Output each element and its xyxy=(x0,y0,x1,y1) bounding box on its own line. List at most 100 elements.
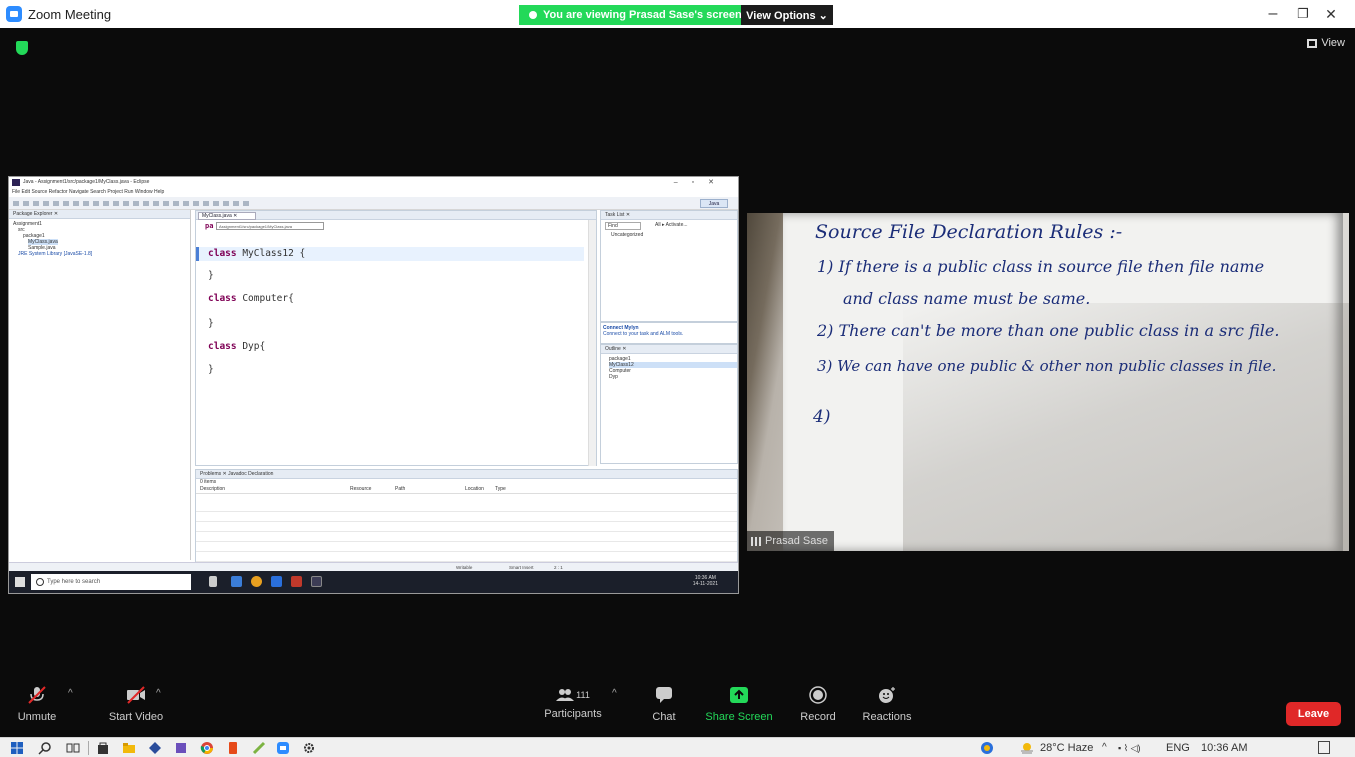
unmute-button[interactable]: Unmute xyxy=(12,686,62,723)
notes-title: Source File Declaration Rules :- xyxy=(815,221,1123,243)
chat-icon xyxy=(656,687,672,703)
app-icon[interactable] xyxy=(148,741,162,755)
editor-tooltip: Assignment1/src/package1/MyClass.java xyxy=(216,222,324,230)
viewing-banner-text: You are viewing Prasad Sase's screen xyxy=(543,9,742,21)
reactions-button[interactable]: Reactions xyxy=(858,686,916,723)
code-line: class MyClass12 { xyxy=(208,248,306,259)
task-view-icon[interactable] xyxy=(66,741,80,755)
tree-item: JRE System Library [JavaSE-1.8] xyxy=(18,251,93,257)
view-options-button[interactable]: View Options ⌄ xyxy=(741,5,833,25)
problems-rows xyxy=(196,502,737,562)
participants-button[interactable]: 111 Participants xyxy=(538,686,608,720)
eclipse-menu-bar: File Edit Source Refactor Navigate Searc… xyxy=(9,188,738,197)
code-editor: MyClass.java ✕ pa Assignment1/src/packag… xyxy=(195,210,597,466)
windows-start-icon xyxy=(15,577,25,587)
code-line: class Computer{ xyxy=(208,293,294,304)
eclipse-title: Java - Assignment1/src/package1/MyClass.… xyxy=(23,179,150,185)
record-icon xyxy=(809,686,827,704)
reactions-icon xyxy=(879,687,895,703)
current-line-marker xyxy=(196,247,199,261)
participant-name-tag: Prasad Sase xyxy=(747,531,834,551)
code-line: } xyxy=(208,270,214,281)
chat-button[interactable]: Chat xyxy=(644,686,684,723)
maximize-button[interactable]: ❐ xyxy=(1288,4,1318,24)
shared-clock: 10:36 AM 14-11-2021 xyxy=(692,575,718,587)
notes-line: and class name must be same. xyxy=(843,289,1091,308)
office-icon[interactable] xyxy=(226,741,240,755)
zoom-taskbar-icon[interactable] xyxy=(276,741,290,755)
connect-mylyn-panel: Connect Mylyn Connect to your task and A… xyxy=(600,322,738,344)
eclipse-icon xyxy=(12,179,20,186)
project-tree: Assignment1 src package1 MyClass.java Sa… xyxy=(9,219,190,257)
search-icon[interactable] xyxy=(38,741,52,755)
participants-caret[interactable]: ^ xyxy=(612,688,617,699)
task-category: Uncategorized xyxy=(611,232,644,238)
security-shield-icon[interactable] xyxy=(16,41,28,55)
outline-tree: package1 MyClass12 Computer Dyp xyxy=(601,354,737,380)
close-button[interactable]: ✕ xyxy=(1316,4,1346,24)
java-perspective-button: Java xyxy=(700,199,728,208)
windows-taskbar: 28°C Haze ^ ▪ ⌇ ◁) ENG 10:36 AM xyxy=(0,737,1355,757)
share-screen-icon xyxy=(730,687,748,703)
outline-header: Outline ✕ xyxy=(601,345,737,354)
app-icon[interactable] xyxy=(174,741,188,755)
task-list-filter: Find All ▸ Activate... xyxy=(601,220,737,232)
task-list-header: Task List ✕ xyxy=(601,211,737,220)
problems-columns: Description Resource Path Location Type xyxy=(196,486,737,494)
language-indicator[interactable]: ENG xyxy=(1166,738,1190,757)
editor-tab: MyClass.java ✕ xyxy=(198,212,256,220)
store-icon[interactable] xyxy=(96,741,110,755)
task-list-panel: Task List ✕ Find All ▸ Activate... Uncat… xyxy=(600,210,738,322)
toolbar-icons xyxy=(13,201,253,206)
leave-button[interactable]: Leave xyxy=(1286,702,1341,726)
eclipse-title-bar: Java - Assignment1/src/package1/MyClass.… xyxy=(9,177,738,188)
share-screen-button[interactable]: Share Screen xyxy=(704,686,774,723)
problems-panel: Problems ✕ Javadoc Declaration 0 items D… xyxy=(195,469,738,564)
view-button-label: View xyxy=(1321,37,1345,49)
muted-mic-icon xyxy=(28,686,46,704)
video-options-caret[interactable]: ^ xyxy=(156,688,161,699)
package-explorer-header: Package Explorer ✕ xyxy=(9,210,190,219)
audio-options-caret[interactable]: ^ xyxy=(68,688,73,699)
windows-start-icon[interactable] xyxy=(10,741,24,755)
zoom-meeting-window: Zoom Meeting You are viewing Prasad Sase… xyxy=(0,0,1355,757)
editor-scrollbar xyxy=(588,220,596,466)
video-off-icon xyxy=(127,686,145,704)
chrome-icon[interactable] xyxy=(200,741,214,755)
taskbar-app-icon xyxy=(231,576,242,587)
start-video-button[interactable]: Start Video xyxy=(96,686,176,723)
view-button[interactable]: View xyxy=(1307,37,1345,49)
weather-text[interactable]: 28°C Haze xyxy=(1040,738,1093,757)
record-button[interactable]: Record xyxy=(796,686,840,723)
notifications-icon[interactable] xyxy=(1318,741,1330,754)
shared-search-box: Type here to search xyxy=(31,574,191,590)
file-explorer-icon[interactable] xyxy=(122,741,136,755)
sharing-indicator-icon xyxy=(529,11,537,19)
notes-line: 3) We can have one public & other non pu… xyxy=(817,357,1277,375)
window-title: Zoom Meeting xyxy=(28,6,112,22)
connect-text: Connect to your task and ALM tools. xyxy=(603,331,684,337)
zoom-logo-icon xyxy=(6,6,22,22)
tray-icons[interactable]: ▪ ⌇ ◁) xyxy=(1118,738,1141,757)
minimize-button[interactable]: – xyxy=(1258,4,1288,24)
task-view-icon xyxy=(209,576,217,587)
chrome-icon xyxy=(251,576,262,587)
grid-icon xyxy=(1307,38,1318,48)
participant-video[interactable]: Source File Declaration Rules :- 1) If t… xyxy=(747,213,1349,551)
right-panels: Task List ✕ Find All ▸ Activate... Uncat… xyxy=(600,210,738,466)
app-icon[interactable] xyxy=(252,741,266,755)
clock[interactable]: 10:36 AM xyxy=(1201,738,1247,757)
problems-count: 0 items xyxy=(200,479,217,485)
viewing-banner: You are viewing Prasad Sase's screen xyxy=(519,5,752,25)
handwritten-notes: Source File Declaration Rules :- 1) If t… xyxy=(783,213,1349,551)
settings-gear-icon[interactable] xyxy=(302,741,316,755)
outline-item: Dyp xyxy=(609,374,618,380)
network-app-icon[interactable] xyxy=(980,741,994,755)
paper-shadow xyxy=(903,303,1349,551)
taskbar-app-icon xyxy=(271,576,282,587)
tray-chevron-icon[interactable]: ^ xyxy=(1102,738,1107,757)
eclipse-taskbar-icon xyxy=(311,576,322,587)
title-bar: Zoom Meeting You are viewing Prasad Sase… xyxy=(0,0,1355,28)
shared-screen[interactable]: Java - Assignment1/src/package1/MyClass.… xyxy=(8,176,739,594)
shared-windows-taskbar: Type here to search 10:36 AM 14-11-2021 xyxy=(9,571,738,593)
